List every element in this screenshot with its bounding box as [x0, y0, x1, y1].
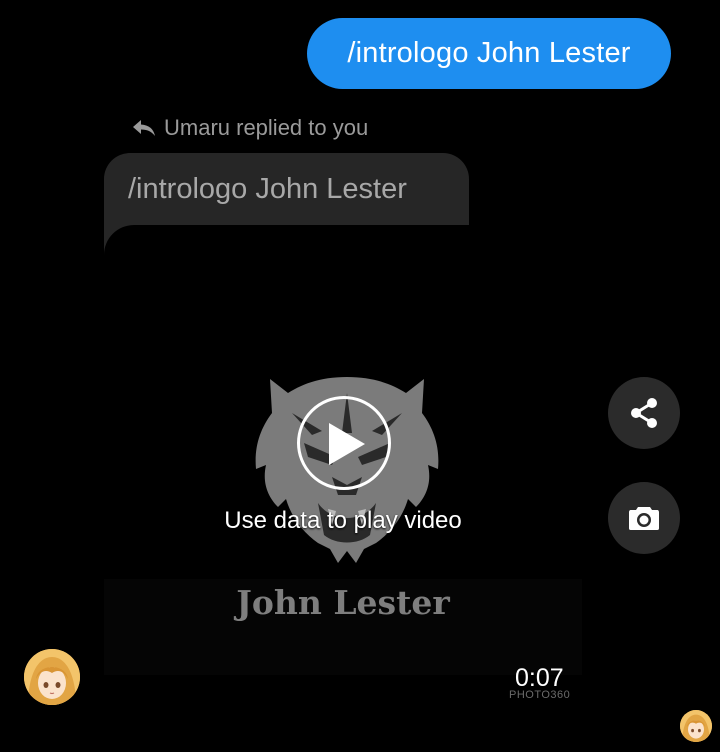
reply-header: Umaru replied to you: [132, 114, 368, 142]
camera-icon: [629, 507, 659, 530]
quoted-bubble-tail: [104, 225, 469, 255]
play-icon: [329, 423, 365, 465]
share-icon: [631, 398, 657, 428]
save-snapshot-button[interactable]: [608, 482, 680, 554]
reply-header-text: Umaru replied to you: [164, 115, 369, 140]
anime-girl-avatar: [680, 710, 712, 742]
seen-receipt-avatar: [680, 710, 712, 742]
quoted-message-bubble[interactable]: /intrologo John Lester: [104, 153, 469, 225]
video-message[interactable]: John Lester Use data to play video 0:07 …: [104, 255, 582, 698]
play-prompt-text: Use data to play video: [224, 507, 462, 534]
play-button[interactable]: [297, 396, 391, 490]
video-watermark: PHOTO360: [509, 689, 571, 698]
quoted-message-text: /intrologo John Lester: [128, 172, 407, 205]
anime-girl-avatar: [24, 649, 80, 705]
sent-message-bubble[interactable]: /intrologo John Lester: [307, 18, 671, 89]
reply-arrow-icon: [133, 120, 155, 136]
sender-avatar[interactable]: [24, 649, 80, 705]
sent-message-text: /intrologo John Lester: [347, 37, 631, 69]
video-logo-text: John Lester: [236, 583, 450, 622]
share-button[interactable]: [608, 377, 680, 449]
